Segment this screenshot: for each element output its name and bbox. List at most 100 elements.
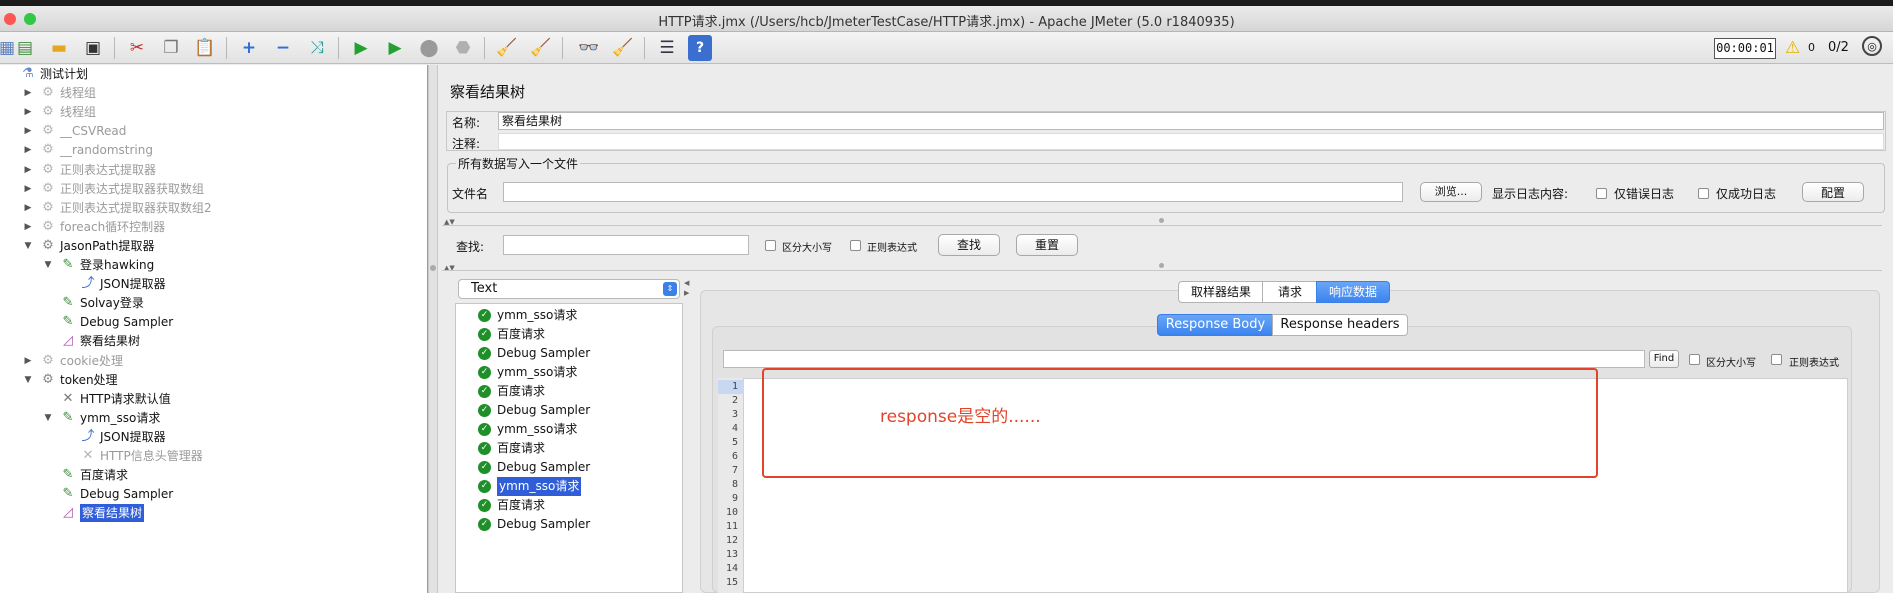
browse-button[interactable]: 浏览... xyxy=(1420,182,1482,202)
result-item[interactable]: ✓ Debug Sampler xyxy=(478,515,590,534)
search-binoculars-icon[interactable]: 👓 xyxy=(576,35,602,61)
expand-arrow-icon[interactable]: ▶ xyxy=(22,199,34,217)
sampler-icon: ✎ xyxy=(62,295,74,311)
result-item[interactable]: ✓ 百度请求 xyxy=(478,382,545,401)
tree-node[interactable]: ▼ ✎ 登录hawking xyxy=(45,256,155,274)
find-button[interactable]: 查找 xyxy=(938,234,1000,256)
tree-node[interactable]: ▼ ✎ ymm_sso请求 xyxy=(45,409,161,427)
expand-arrow-icon[interactable]: ▶ xyxy=(22,122,34,140)
expand-arrow-icon[interactable]: ▶ xyxy=(22,352,34,370)
response-find-button[interactable]: Find xyxy=(1649,350,1679,368)
response-case-checkbox[interactable] xyxy=(1689,354,1700,365)
result-item[interactable]: ✓ 百度请求 xyxy=(478,325,545,344)
tab-sampler-result[interactable]: 取样器结果 xyxy=(1178,281,1264,303)
tree-node[interactable]: ⤴ JSON提取器 xyxy=(80,275,165,293)
collapse-arrow-icon[interactable]: ▼ xyxy=(22,371,34,389)
expand-arrow-icon[interactable]: ▶ xyxy=(22,218,34,236)
tree-node[interactable]: ✎ Solvay登录 xyxy=(60,294,144,312)
clear-icon[interactable]: 🧹 xyxy=(494,35,520,61)
tree-node[interactable]: ⚗ 测试计划 xyxy=(20,65,88,83)
result-item[interactable]: ✓ Debug Sampler xyxy=(478,458,590,477)
result-item[interactable]: ✓ 百度请求 xyxy=(478,439,545,458)
tree-node[interactable]: ⤴ JSON提取器 xyxy=(80,428,165,446)
reset-search-icon[interactable]: 🧹 xyxy=(610,35,636,61)
tree-node[interactable]: ▶ ⚙ 正则表达式提取器 xyxy=(25,161,156,179)
clear-all-icon[interactable]: 🧹 xyxy=(528,35,554,61)
result-item[interactable]: ✓ ymm_sso请求 xyxy=(478,477,582,496)
collapse-arrow-icon[interactable]: ▼ xyxy=(22,237,34,255)
response-regex-checkbox[interactable] xyxy=(1771,354,1782,365)
tree-node[interactable]: ▼ ⚙ JasonPath提取器 xyxy=(25,237,155,255)
tree-node[interactable]: ▼ ⚙ token处理 xyxy=(25,371,118,389)
expand-arrow-icon[interactable]: ▶ xyxy=(22,84,34,102)
renderer-dropdown[interactable]: Text ⇕ xyxy=(458,279,680,299)
tree-node[interactable]: ✕ HTTP请求默认值 xyxy=(60,390,171,408)
tree-node[interactable]: ▶ ⚙ foreach循环控制器 xyxy=(25,218,166,236)
remote-icon[interactable]: ◎ xyxy=(1862,36,1882,56)
new-plan-icon[interactable]: ▤ xyxy=(12,35,38,61)
search-input[interactable] xyxy=(503,235,749,255)
reset-button[interactable]: 重置 xyxy=(1016,234,1078,256)
tree-node[interactable]: ✕ HTTP信息头管理器 xyxy=(80,447,203,465)
filename-input[interactable] xyxy=(503,182,1403,202)
result-item[interactable]: ✓ 百度请求 xyxy=(478,496,545,515)
config-icon: ✕ xyxy=(82,448,94,463)
cut-icon[interactable]: ✂ xyxy=(124,35,150,61)
tree-node[interactable]: ✎ Debug Sampler xyxy=(60,313,174,331)
paste-icon[interactable]: 📋 xyxy=(192,35,218,61)
result-item[interactable]: ✓ ymm_sso请求 xyxy=(478,420,577,439)
copy-icon[interactable]: ❐ xyxy=(158,35,184,61)
name-input[interactable]: 察看结果树 xyxy=(498,112,1884,130)
result-item[interactable]: ✓ ymm_sso请求 xyxy=(478,306,577,325)
success-only-checkbox[interactable] xyxy=(1698,188,1709,199)
open-folder-icon[interactable]: ▬ xyxy=(46,35,72,61)
start-icon[interactable]: ▶ xyxy=(348,35,374,61)
expand-all-icon[interactable]: + xyxy=(236,35,262,61)
tree-node[interactable]: ◿ 察看结果树 xyxy=(60,332,140,350)
collapse-all-icon[interactable]: − xyxy=(270,35,296,61)
tree-node[interactable]: ▶ ⚙ 正则表达式提取器获取数组 xyxy=(25,180,204,198)
tree-node[interactable]: ✎ Debug Sampler xyxy=(60,485,174,503)
result-item[interactable]: ✓ ymm_sso请求 xyxy=(478,363,577,382)
help-icon[interactable]: ? xyxy=(688,35,712,61)
response-search-input[interactable] xyxy=(723,350,1645,368)
case-sensitive-checkbox[interactable] xyxy=(765,240,776,251)
toolbar-separator xyxy=(644,37,645,59)
comment-input[interactable] xyxy=(498,133,1884,150)
tree-node[interactable]: ▶ ⚙ 线程组 xyxy=(25,103,96,121)
tree-node[interactable]: ◿ 察看结果树 xyxy=(60,504,145,523)
collapse-arrows-icon[interactable]: ◀ ▶ xyxy=(684,278,689,298)
collapse-arrow-icon[interactable]: ▼ xyxy=(42,256,54,274)
expand-arrow-icon[interactable]: ▶ xyxy=(22,180,34,198)
tab-request[interactable]: 请求 xyxy=(1262,281,1318,303)
function-helper-icon[interactable]: ☰ xyxy=(654,35,680,61)
expand-arrow-icon[interactable]: ▶ xyxy=(22,161,34,179)
start-no-pauses-icon[interactable]: ▶ xyxy=(382,35,408,61)
vertical-splitter[interactable] xyxy=(428,65,438,593)
tab-response-body[interactable]: Response Body xyxy=(1157,314,1274,336)
tree-node[interactable]: ▶ ⚙ 线程组 xyxy=(25,84,96,102)
save-icon[interactable]: ▣ xyxy=(80,35,106,61)
tab-response-headers[interactable]: Response headers xyxy=(1272,314,1408,336)
tree-node[interactable]: ▶ ⚙ cookie处理 xyxy=(25,352,123,370)
result-item[interactable]: ✓ Debug Sampler xyxy=(478,401,590,420)
result-item[interactable]: ✓ Debug Sampler xyxy=(478,344,590,363)
tree-node[interactable]: ▶ ⚙ __randomstring xyxy=(25,141,153,159)
test-plan-tree[interactable]: ⚗ 测试计划 ▶ ⚙ 线程组 ▶ ⚙ 线程组 ▶ ⚙ __CSVRead ▶ ⚙ __randomstri… xyxy=(0,65,428,593)
window-title: HTTP请求.jmx (/Users/hcb/JmeterTestCase/HT… xyxy=(658,15,1235,30)
expand-arrow-icon[interactable]: ▶ xyxy=(22,141,34,159)
shutdown-icon[interactable]: ⬣ xyxy=(450,35,476,61)
configure-button[interactable]: 配置 xyxy=(1802,182,1864,202)
stop-icon[interactable]: ⬤ xyxy=(416,35,442,61)
warning-icon[interactable]: ⚠ xyxy=(1785,38,1800,58)
tree-node[interactable]: ✎ 百度请求 xyxy=(60,466,128,484)
toggle-icon[interactable]: ⤨ xyxy=(304,35,330,61)
errors-only-checkbox[interactable] xyxy=(1596,188,1607,199)
tree-node[interactable]: ▶ ⚙ 正则表达式提取器获取数组2 xyxy=(25,199,212,217)
success-check-icon: ✓ xyxy=(478,385,491,398)
regex-checkbox[interactable] xyxy=(850,240,861,251)
tree-node[interactable]: ▶ ⚙ __CSVRead xyxy=(25,122,127,140)
expand-arrow-icon[interactable]: ▶ xyxy=(22,103,34,121)
tab-response-data[interactable]: 响应数据 xyxy=(1316,281,1390,303)
collapse-arrow-icon[interactable]: ▼ xyxy=(42,409,54,427)
